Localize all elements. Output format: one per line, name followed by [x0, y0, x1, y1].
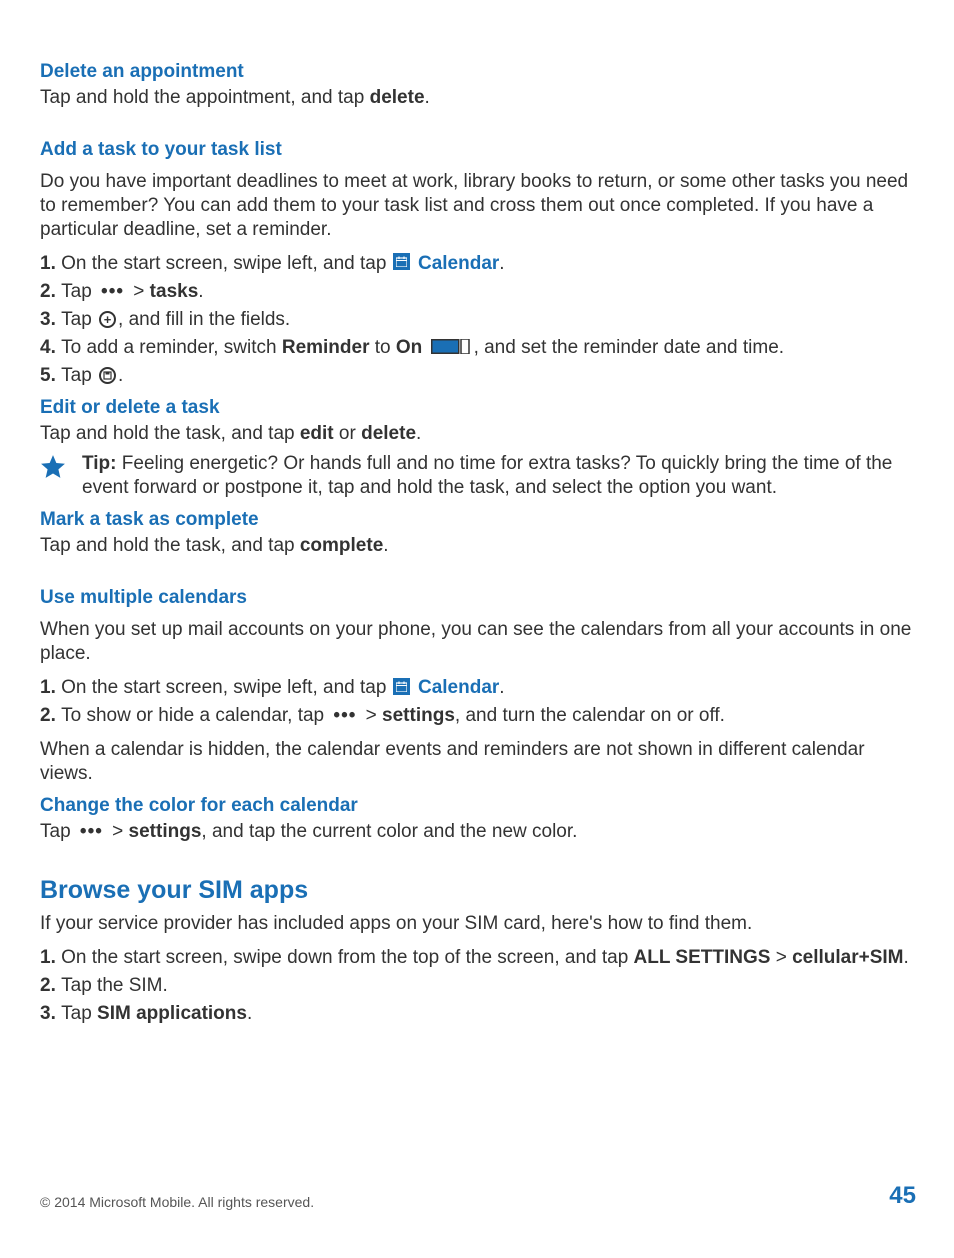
- add-icon: +: [99, 311, 116, 328]
- toggle-on-icon: [431, 339, 471, 354]
- text: On the start screen, swipe left, and tap: [61, 253, 392, 274]
- text: .: [383, 535, 388, 556]
- text: .: [425, 87, 430, 108]
- save-icon: [99, 367, 116, 384]
- calendar-icon: [393, 253, 410, 270]
- text: , and tap the current color and the new …: [201, 821, 577, 842]
- section-heading-change-color: Change the color for each calendar: [40, 794, 916, 818]
- text: Feeling energetic? Or hands full and no …: [82, 453, 892, 498]
- step-line: 1. On the start screen, swipe left, and …: [40, 252, 916, 276]
- body-text: Tap and hold the appointment, and tap de…: [40, 86, 916, 110]
- body-text: When you set up mail accounts on your ph…: [40, 618, 916, 666]
- text-bold-all-settings: ALL SETTINGS: [634, 947, 771, 968]
- step-number: 2.: [40, 705, 61, 726]
- text: .: [904, 947, 909, 968]
- step-line: 2. Tap ••• > tasks.: [40, 280, 916, 304]
- text-bold-delete: delete: [361, 423, 416, 444]
- text: .: [118, 365, 123, 386]
- text: to: [369, 337, 395, 358]
- text: .: [416, 423, 421, 444]
- text-bold-settings: settings: [129, 821, 202, 842]
- tip-label: Tip:: [82, 453, 122, 474]
- text: >: [360, 705, 382, 726]
- step-number: 1.: [40, 253, 61, 274]
- text-bold-settings: settings: [382, 705, 455, 726]
- text: .: [247, 1003, 252, 1024]
- step-number: 1.: [40, 947, 61, 968]
- text-bold-on: On: [396, 337, 422, 358]
- text: [422, 337, 427, 358]
- tip-text: Tip: Feeling energetic? Or hands full an…: [82, 452, 916, 500]
- copyright-text: © 2014 Microsoft Mobile. All rights rese…: [40, 1194, 314, 1210]
- text-bold-calendar: Calendar: [418, 677, 499, 698]
- more-icon: •••: [80, 820, 103, 844]
- step-line: 1. On the start screen, swipe left, and …: [40, 676, 916, 700]
- text: .: [499, 677, 504, 698]
- body-text: Tap and hold the task, and tap complete.: [40, 534, 916, 558]
- text-bold-delete: delete: [370, 87, 425, 108]
- step-number: 3.: [40, 1003, 61, 1024]
- page-number: 45: [889, 1182, 916, 1210]
- text: >: [770, 947, 792, 968]
- more-icon: •••: [101, 280, 124, 304]
- body-text: Tap ••• > settings, and tap the current …: [40, 820, 916, 844]
- section-heading-edit-task: Edit or delete a task: [40, 396, 916, 420]
- step-number: 4.: [40, 337, 61, 358]
- step-number: 5.: [40, 365, 61, 386]
- text-bold-edit: edit: [300, 423, 334, 444]
- body-text: Do you have important deadlines to meet …: [40, 170, 916, 242]
- text: Tap and hold the appointment, and tap: [40, 87, 370, 108]
- text: .: [499, 253, 504, 274]
- text: To show or hide a calendar, tap: [61, 705, 329, 726]
- page-footer: © 2014 Microsoft Mobile. All rights rese…: [40, 1182, 916, 1210]
- step-number: 2.: [40, 975, 61, 996]
- text: Tap: [61, 1003, 97, 1024]
- text: On the start screen, swipe left, and tap: [61, 677, 392, 698]
- text: Tap the SIM.: [61, 975, 168, 996]
- text: Tap: [61, 365, 97, 386]
- text-bold-sim-applications: SIM applications: [97, 1003, 247, 1024]
- text: or: [334, 423, 361, 444]
- text: , and fill in the fields.: [118, 309, 290, 330]
- text: Tap and hold the task, and tap: [40, 535, 300, 556]
- text-bold-calendar: Calendar: [418, 253, 499, 274]
- text: , and set the reminder date and time.: [474, 337, 785, 358]
- body-text: When a calendar is hidden, the calendar …: [40, 738, 916, 786]
- text: >: [128, 281, 150, 302]
- text: Tap: [61, 309, 97, 330]
- text: On the start screen, swipe down from the…: [61, 947, 633, 968]
- calendar-icon: [393, 678, 410, 695]
- step-line: 1. On the start screen, swipe down from …: [40, 946, 916, 970]
- step-line: 4. To add a reminder, switch Reminder to…: [40, 336, 916, 360]
- step-line: 3. Tap SIM applications.: [40, 1002, 916, 1026]
- section-heading-multi-calendars: Use multiple calendars: [40, 586, 916, 610]
- star-icon: [40, 454, 68, 485]
- step-line: 3. Tap +, and fill in the fields.: [40, 308, 916, 332]
- body-text: If your service provider has included ap…: [40, 912, 916, 936]
- step-line: 2. Tap the SIM.: [40, 974, 916, 998]
- text: Tap: [61, 281, 97, 302]
- text: Tap: [40, 821, 76, 842]
- text: , and turn the calendar on or off.: [455, 705, 725, 726]
- step-number: 2.: [40, 281, 61, 302]
- section-heading-mark-complete: Mark a task as complete: [40, 508, 916, 532]
- text: Tap and hold the task, and tap: [40, 423, 300, 444]
- text: To add a reminder, switch: [61, 337, 282, 358]
- step-line: 2. To show or hide a calendar, tap ••• >…: [40, 704, 916, 728]
- text-bold-complete: complete: [300, 535, 383, 556]
- text-bold-reminder: Reminder: [282, 337, 370, 358]
- section-heading-delete-appointment: Delete an appointment: [40, 60, 916, 84]
- more-icon: •••: [333, 704, 356, 728]
- step-number: 3.: [40, 309, 61, 330]
- tip-block: Tip: Feeling energetic? Or hands full an…: [40, 452, 916, 500]
- text: .: [198, 281, 203, 302]
- body-text: Tap and hold the task, and tap edit or d…: [40, 422, 916, 446]
- text-bold-tasks: tasks: [150, 281, 199, 302]
- step-line: 5. Tap .: [40, 364, 916, 388]
- section-heading-sim-apps: Browse your SIM apps: [40, 878, 916, 902]
- section-heading-add-task: Add a task to your task list: [40, 138, 916, 162]
- text: >: [107, 821, 129, 842]
- text-bold-cellular-sim: cellular+SIM: [792, 947, 903, 968]
- step-number: 1.: [40, 677, 61, 698]
